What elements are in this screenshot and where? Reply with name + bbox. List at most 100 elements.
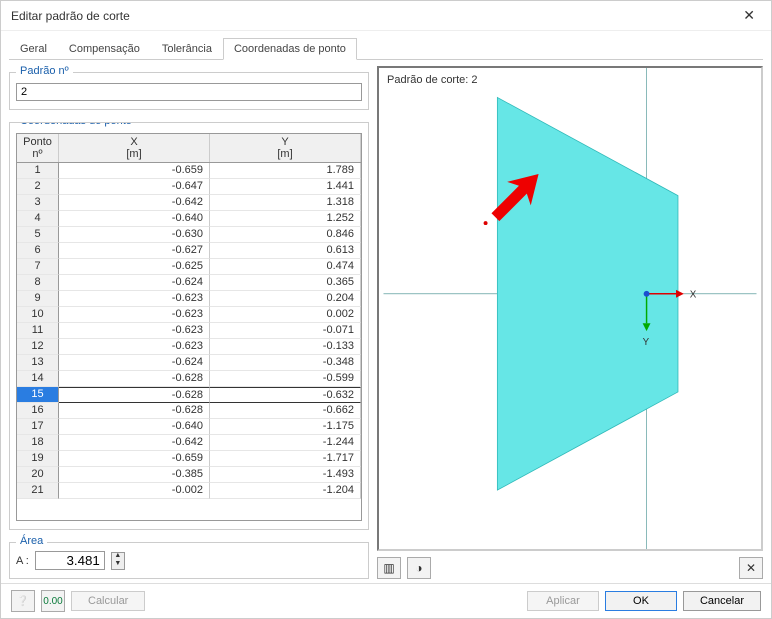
cell-x[interactable]: -0.385 <box>59 467 210 483</box>
cell-x[interactable]: -0.642 <box>59 195 210 211</box>
cell-point-no: 1 <box>17 163 59 179</box>
col-header-point[interactable]: Ponto nº <box>17 134 59 162</box>
col-header-x[interactable]: X [m] <box>59 134 210 162</box>
cell-x[interactable]: -0.630 <box>59 227 210 243</box>
cell-y[interactable]: 0.474 <box>210 259 361 275</box>
cell-x[interactable]: -0.623 <box>59 339 210 355</box>
cell-y[interactable]: 0.613 <box>210 243 361 259</box>
cell-x[interactable]: -0.659 <box>59 451 210 467</box>
table-row[interactable]: 10-0.6230.002 <box>17 307 361 323</box>
spinner-down-icon[interactable]: ▼ <box>112 561 124 569</box>
table-row[interactable]: 1-0.6591.789 <box>17 163 361 179</box>
close-icon[interactable]: ✕ <box>737 7 761 24</box>
cell-y[interactable]: 1.441 <box>210 179 361 195</box>
table-row[interactable]: 8-0.6240.365 <box>17 275 361 291</box>
tab-tolerancia[interactable]: Tolerância <box>151 38 223 60</box>
table-row[interactable]: 2-0.6471.441 <box>17 179 361 195</box>
table-row[interactable]: 18-0.642-1.244 <box>17 435 361 451</box>
table-header: Ponto nº X [m] Y [m] <box>16 133 362 163</box>
origin-dot <box>644 291 650 297</box>
table-row[interactable]: 3-0.6421.318 <box>17 195 361 211</box>
group-area: Área A : ▲ ▼ <box>9 542 369 579</box>
table-row[interactable]: 14-0.628-0.599 <box>17 371 361 387</box>
cell-x[interactable]: -0.640 <box>59 419 210 435</box>
right-pane: Padrão de corte: 2 X Y ▥ <box>377 66 763 579</box>
cell-y[interactable]: -0.071 <box>210 323 361 339</box>
table-row[interactable]: 21-0.002-1.204 <box>17 483 361 499</box>
cell-point-no: 6 <box>17 243 59 259</box>
content-area: Padrão nº Coordenadas do ponto Ponto nº … <box>1 60 771 583</box>
cell-x[interactable]: -0.628 <box>59 403 210 419</box>
cell-y[interactable]: 1.252 <box>210 211 361 227</box>
table-row[interactable]: 11-0.623-0.071 <box>17 323 361 339</box>
table-row[interactable]: 9-0.6230.204 <box>17 291 361 307</box>
cell-x[interactable]: -0.623 <box>59 291 210 307</box>
preview-tool-reset-icon[interactable]: ✕ <box>739 557 763 579</box>
cell-y[interactable]: -0.632 <box>210 387 361 403</box>
cell-x[interactable]: -0.640 <box>59 211 210 227</box>
cell-y[interactable]: 0.846 <box>210 227 361 243</box>
table-row[interactable]: 4-0.6401.252 <box>17 211 361 227</box>
table-row[interactable]: 16-0.628-0.662 <box>17 403 361 419</box>
cell-x[interactable]: -0.623 <box>59 323 210 339</box>
table-row[interactable]: 5-0.6300.846 <box>17 227 361 243</box>
preview-tool-2-icon[interactable]: ◑ <box>407 557 431 579</box>
tab-geral[interactable]: Geral <box>9 38 58 60</box>
cell-point-no: 13 <box>17 355 59 371</box>
cell-x[interactable]: -0.624 <box>59 275 210 291</box>
pattern-number-input[interactable] <box>16 83 362 101</box>
cell-x[interactable]: -0.624 <box>59 355 210 371</box>
table-row[interactable]: 7-0.6250.474 <box>17 259 361 275</box>
calculate-button[interactable]: Calcular <box>71 591 145 611</box>
cell-y[interactable]: -1.244 <box>210 435 361 451</box>
cell-y[interactable]: 0.365 <box>210 275 361 291</box>
units-icon[interactable]: 0.00 <box>41 590 65 612</box>
cell-y[interactable]: 1.318 <box>210 195 361 211</box>
table-row[interactable]: 6-0.6270.613 <box>17 243 361 259</box>
apply-button[interactable]: Aplicar <box>527 591 599 611</box>
table-row[interactable]: 13-0.624-0.348 <box>17 355 361 371</box>
cell-y[interactable]: 0.204 <box>210 291 361 307</box>
area-input[interactable] <box>35 551 105 570</box>
cell-x[interactable]: -0.642 <box>59 435 210 451</box>
cell-x[interactable]: -0.659 <box>59 163 210 179</box>
cancel-button[interactable]: Cancelar <box>683 591 761 611</box>
cell-x[interactable]: -0.625 <box>59 259 210 275</box>
cell-point-no: 18 <box>17 435 59 451</box>
cell-y[interactable]: -1.493 <box>210 467 361 483</box>
table-row[interactable]: 20-0.385-1.493 <box>17 467 361 483</box>
cell-y[interactable]: 1.789 <box>210 163 361 179</box>
ok-button[interactable]: OK <box>605 591 677 611</box>
cell-x[interactable]: -0.628 <box>59 387 210 403</box>
cell-y[interactable]: -0.133 <box>210 339 361 355</box>
area-spinner[interactable]: ▲ ▼ <box>111 552 125 570</box>
preview-canvas[interactable]: Padrão de corte: 2 X Y <box>377 66 763 551</box>
cell-y[interactable]: -1.204 <box>210 483 361 499</box>
cell-x[interactable]: -0.627 <box>59 243 210 259</box>
cell-y[interactable]: -0.599 <box>210 371 361 387</box>
preview-tool-1-icon[interactable]: ▥ <box>377 557 401 579</box>
table-body[interactable]: 1-0.6591.7892-0.6471.4413-0.6421.3184-0.… <box>16 163 362 521</box>
y-axis-label: Y <box>643 337 650 348</box>
cell-point-no: 2 <box>17 179 59 195</box>
cell-x[interactable]: -0.002 <box>59 483 210 499</box>
table-row[interactable]: 15-0.628-0.632 <box>17 387 361 403</box>
cell-x[interactable]: -0.647 <box>59 179 210 195</box>
cell-point-no: 17 <box>17 419 59 435</box>
tab-compensacao[interactable]: Compensação <box>58 38 151 60</box>
tab-coordenadas[interactable]: Coordenadas de ponto <box>223 38 357 60</box>
cell-y[interactable]: -0.662 <box>210 403 361 419</box>
cell-x[interactable]: -0.623 <box>59 307 210 323</box>
cell-y[interactable]: -1.175 <box>210 419 361 435</box>
cell-y[interactable]: -0.348 <box>210 355 361 371</box>
cell-y[interactable]: -1.717 <box>210 451 361 467</box>
cell-point-no: 5 <box>17 227 59 243</box>
cell-x[interactable]: -0.628 <box>59 371 210 387</box>
table-row[interactable]: 17-0.640-1.175 <box>17 419 361 435</box>
table-row[interactable]: 19-0.659-1.717 <box>17 451 361 467</box>
col-header-y[interactable]: Y [m] <box>210 134 361 162</box>
help-icon[interactable]: ❔ <box>11 590 35 612</box>
cell-y[interactable]: 0.002 <box>210 307 361 323</box>
table-row[interactable]: 12-0.623-0.133 <box>17 339 361 355</box>
cell-point-no: 7 <box>17 259 59 275</box>
